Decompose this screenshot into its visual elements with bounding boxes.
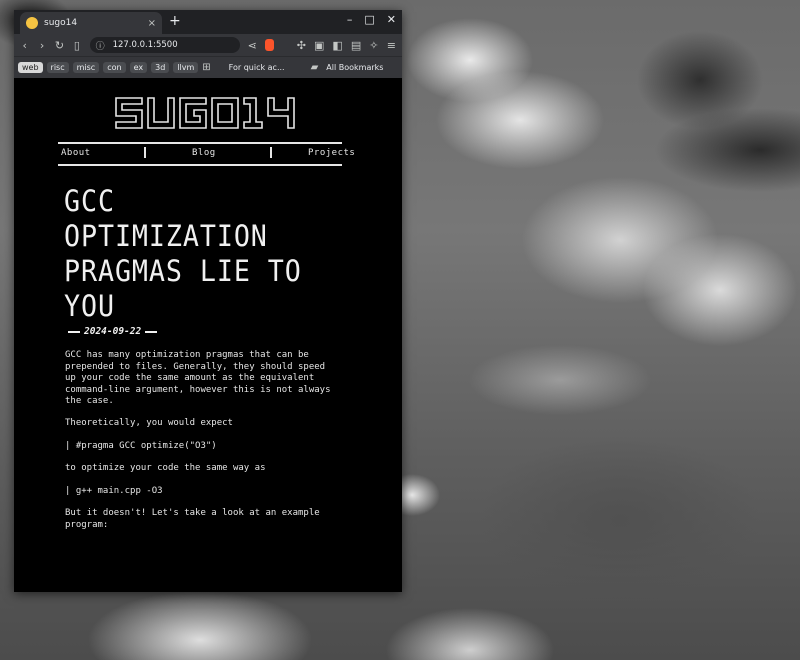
new-tab-button[interactable]: + [169,13,181,29]
nav-blog[interactable]: Blog [192,148,216,158]
apps-grid-icon[interactable]: ⊞ [202,62,210,73]
favicon-icon [26,17,38,29]
window-controls: – □ ✕ [347,13,396,26]
post-date-text: 2024-09-22 [84,326,142,337]
url-text: 127.0.0.1:5500 [112,40,178,50]
browser-window: sugo14 × + – □ ✕ ‹ › ↻ ▯ ⓘ 127.0.0.1:550… [14,10,402,592]
share-icon[interactable]: ⋖ [248,39,257,52]
bookmark-misc[interactable]: misc [72,62,100,73]
site-info-icon[interactable]: ⓘ [96,39,105,52]
nav-projects[interactable]: Projects [308,148,355,158]
bookmark-risc[interactable]: risc [46,62,69,73]
bookmark-icon[interactable]: ▯ [72,39,81,52]
bookmark-web[interactable]: web [18,62,43,73]
date-dash-right [145,330,158,333]
browser-toolbar: ‹ › ↻ ▯ ⓘ 127.0.0.1:5500 ⋖ ✣ ▣ ◧ ▤ ✧ ≡ [14,34,402,56]
screenshot-icon[interactable]: ▣ [314,39,324,52]
reload-icon[interactable]: ↻ [55,39,64,52]
code-snippet-command: | g++ main.cpp -O3 [65,486,163,496]
sidebar-icon[interactable]: ◧ [332,39,342,52]
close-window-button[interactable]: ✕ [387,13,396,26]
all-bookmarks-button[interactable]: All Bookmarks [322,62,387,73]
extensions-icon[interactable]: ✣ [297,39,306,52]
post-title: GCC optimization pragmas lie to you [64,184,302,323]
nav-about[interactable]: About [61,148,91,158]
web-page: About Blog Projects GCC optimization pra… [14,78,402,592]
post-paragraph: to optimize your code the same way as [65,463,266,473]
post-paragraph: But it doesn't! Let's take a look at an … [65,508,320,530]
bookmark-3d[interactable]: 3d [151,62,170,73]
bookmark-ex[interactable]: ex [129,62,148,73]
site-logo[interactable] [114,94,302,132]
title-bar: sugo14 × + – □ ✕ [14,10,402,34]
forward-icon[interactable]: › [37,39,46,52]
back-icon[interactable]: ‹ [20,39,29,52]
post-paragraph: GCC has many optimization pragmas that c… [65,350,331,406]
maximize-button[interactable]: □ [364,13,374,26]
close-tab-icon[interactable]: × [148,18,156,29]
nav-separator [270,147,272,158]
address-bar[interactable]: ⓘ 127.0.0.1:5500 [89,37,240,53]
nav-top-rule [58,142,342,144]
nav-bottom-rule [58,164,342,166]
tab-title: sugo14 [44,18,78,28]
minimize-button[interactable]: – [347,13,353,26]
browser-tab[interactable]: sugo14 × [20,12,162,34]
menu-icon[interactable]: ≡ [387,39,396,52]
wallet-icon[interactable]: ▤ [351,39,361,52]
post-date: 2024-09-22 [64,326,161,337]
date-dash-left [68,330,80,333]
folder-icon: ▰ [310,62,319,73]
bookmark-con[interactable]: con [103,62,126,73]
nav-separator [144,147,146,158]
quick-access-hint: For quick ac... [228,63,285,72]
leo-icon[interactable]: ✧ [369,39,378,52]
brave-shield-icon[interactable] [264,39,275,51]
bookmark-llvm[interactable]: llvm [173,62,199,73]
bookmarks-bar: web risc misc con ex 3d llvm ⊞ For quick… [14,56,402,78]
code-snippet-pragma: | #pragma GCC optimize("O3") [65,441,217,451]
post-paragraph: Theoretically, you would expect [65,418,233,428]
